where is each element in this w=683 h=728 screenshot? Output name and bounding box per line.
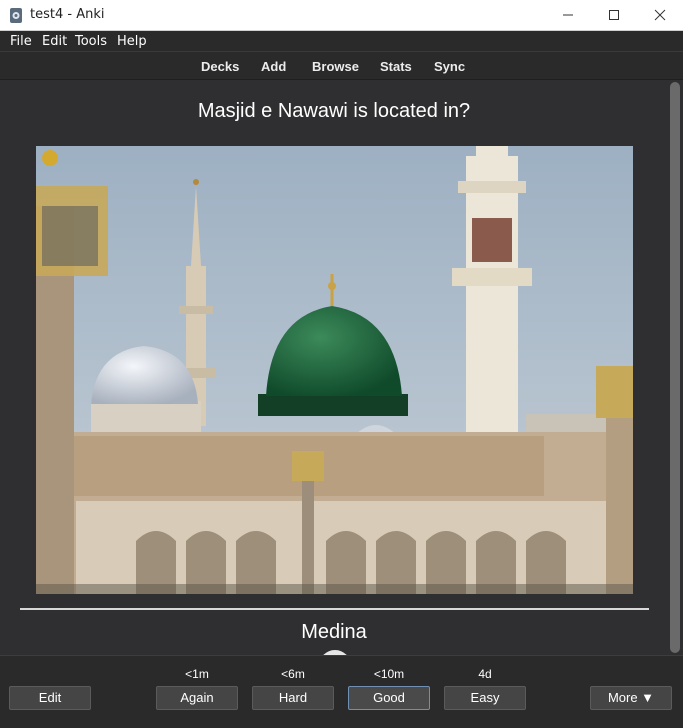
toolbar-add[interactable]: Add	[261, 59, 286, 74]
answer-separator	[20, 608, 649, 610]
menu-tools[interactable]: Tools	[75, 34, 107, 49]
reviewer-scrollbar[interactable]	[668, 80, 683, 655]
maximize-icon	[609, 10, 619, 20]
menu-edit[interactable]: Edit	[42, 34, 67, 49]
toolbar-sync[interactable]: Sync	[434, 59, 465, 74]
card-question: Masjid e Nawawi is located in?	[197, 100, 471, 122]
close-icon	[654, 9, 666, 21]
anki-app-icon	[10, 8, 22, 23]
card-answer: Medina	[301, 621, 367, 643]
hard-button[interactable]: Hard	[252, 686, 334, 710]
close-button[interactable]	[637, 0, 683, 31]
bottom-bar: Edit <1m Again <6m Hard <10m Good 4d Eas…	[0, 655, 683, 728]
menu-help[interactable]: Help	[117, 34, 147, 49]
good-interval: <10m	[373, 667, 405, 681]
scrollbar-thumb[interactable]	[670, 82, 680, 653]
more-button[interactable]: More ▼	[590, 686, 672, 710]
maximize-button[interactable]	[591, 0, 637, 31]
menu-file[interactable]: File	[10, 34, 32, 49]
window-title: test4 - Anki	[30, 7, 105, 22]
toolbar-stats[interactable]: Stats	[380, 59, 412, 74]
again-interval: <1m	[185, 667, 209, 681]
card-reviewer: Masjid e Nawawi is located in? Medina	[0, 80, 668, 655]
toolbar-browse[interactable]: Browse	[312, 59, 359, 74]
minimize-button[interactable]	[545, 0, 591, 31]
mosque-photo	[36, 146, 633, 594]
good-button[interactable]: Good	[348, 686, 430, 710]
toolbar-decks[interactable]: Decks	[201, 59, 239, 74]
easy-interval: 4d	[478, 667, 492, 681]
menu-bar: File Edit Tools Help	[0, 31, 683, 52]
edit-button[interactable]: Edit	[9, 686, 91, 710]
again-button[interactable]: Again	[156, 686, 238, 710]
hard-interval: <6m	[281, 667, 305, 681]
main-toolbar: Decks Add Browse Stats Sync	[0, 52, 683, 80]
minimize-icon	[563, 14, 573, 16]
window-titlebar: test4 - Anki	[0, 0, 683, 31]
easy-button[interactable]: Easy	[444, 686, 526, 710]
